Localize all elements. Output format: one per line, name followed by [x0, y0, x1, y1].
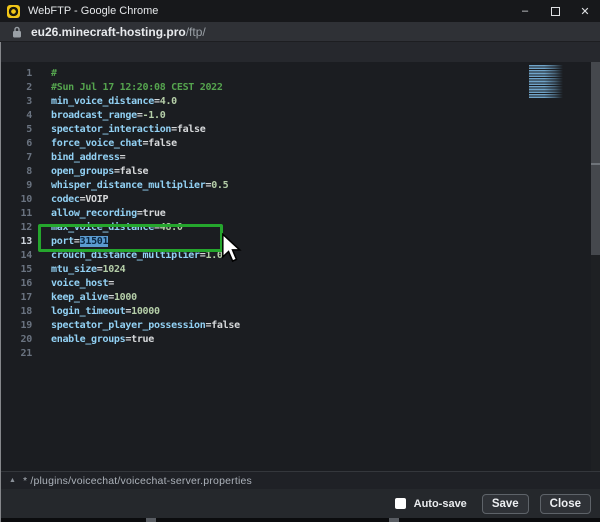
line-number: 11: [1, 207, 32, 221]
code-line: 7 bind_address=: [1, 151, 600, 165]
title-bar: WebFTP - Google Chrome – ✕: [0, 0, 600, 22]
code-line: 8 open_groups=false: [1, 165, 600, 179]
webftp-page: 1#2#Sun Jul 17 12:20:08 CEST 20223min_vo…: [0, 42, 600, 522]
code-text: max_voice_distance=48.0: [51, 221, 183, 235]
minimap[interactable]: [529, 65, 563, 98]
code-line: 10 codec=VOIP: [1, 193, 600, 207]
file-status-bar: ▲ * /plugins/voicechat/voicechat-server.…: [1, 471, 600, 489]
code-text: mtu_size=1024: [51, 263, 125, 277]
line-number: 6: [1, 137, 32, 151]
code-line: 19 spectator_player_possession=false: [1, 319, 600, 333]
code-line: 15 mtu_size=1024: [1, 263, 600, 277]
window-bottom-edge: [1, 518, 600, 522]
code-line: 14 crouch_distance_multiplier=1.0: [1, 249, 600, 263]
scrollbar-thumb[interactable]: [591, 62, 600, 255]
collapse-panel-icon[interactable]: ▲: [9, 477, 16, 484]
line-number: 14: [1, 249, 32, 263]
code-text: spectator_player_possession=false: [51, 319, 240, 333]
code-text: broadcast_range=-1.0: [51, 109, 165, 123]
code-text: min_voice_distance=4.0: [51, 95, 177, 109]
code-line: 9 whisper_distance_multiplier=0.5: [1, 179, 600, 193]
line-number: 10: [1, 193, 32, 207]
minimize-button[interactable]: –: [510, 0, 540, 22]
code-line: 21: [1, 347, 600, 361]
code-text: spectator_interaction=false: [51, 123, 205, 137]
line-number: 21: [1, 347, 32, 361]
code-line: 20 enable_groups=true: [1, 333, 600, 347]
code-text: allow_recording=true: [51, 207, 165, 221]
url-path: /ftp/: [186, 25, 206, 39]
line-number: 18: [1, 305, 32, 319]
code-line: 6 force_voice_chat=false: [1, 137, 600, 151]
line-number: 12: [1, 221, 32, 235]
code-text: #: [51, 67, 57, 81]
code-line: 17 keep_alive=1000: [1, 291, 600, 305]
code-line: 1#: [1, 67, 600, 81]
code-line: 2 #Sun Jul 17 12:20:08 CEST 2022: [1, 81, 600, 95]
code-lines: 1#2#Sun Jul 17 12:20:08 CEST 20223min_vo…: [1, 62, 600, 361]
selected-text: 31501: [80, 236, 109, 247]
line-number: 7: [1, 151, 32, 165]
code-text: enable_groups=true: [51, 333, 154, 347]
code-text: force_voice_chat=false: [51, 137, 177, 151]
code-text: keep_alive=1000: [51, 291, 137, 305]
line-number: 4: [1, 109, 32, 123]
lock-icon[interactable]: [12, 26, 22, 38]
code-line: 12 max_voice_distance=48.0: [1, 221, 600, 235]
maximize-button[interactable]: [540, 0, 570, 22]
url-domain: eu26.minecraft-hosting.pro: [31, 25, 186, 39]
code-line: 4 broadcast_range=-1.0: [1, 109, 600, 123]
code-text: codec=VOIP: [51, 193, 108, 207]
code-text: whisper_distance_multiplier=0.5: [51, 179, 228, 193]
line-number: 3: [1, 95, 32, 109]
code-text: port=31501: [51, 235, 108, 249]
line-number: 16: [1, 277, 32, 291]
scrollbar-divider: [591, 163, 600, 165]
mouse-cursor-icon: [220, 233, 242, 263]
code-text: open_groups=false: [51, 165, 148, 179]
code-line: 16 voice_host=: [1, 277, 600, 291]
code-line: 13 port=31501: [1, 235, 600, 249]
code-line: 5 spectator_interaction=false: [1, 123, 600, 137]
line-number: 13: [1, 235, 32, 249]
line-number: 9: [1, 179, 32, 193]
line-number: 19: [1, 319, 32, 333]
code-line: 18 login_timeout=10000: [1, 305, 600, 319]
save-button[interactable]: Save: [482, 494, 529, 514]
window-title: WebFTP - Google Chrome: [28, 5, 158, 17]
line-number: 1: [1, 67, 32, 81]
code-line: 11 allow_recording=true: [1, 207, 600, 221]
autosave-label[interactable]: Auto-save: [414, 498, 467, 510]
code-text: login_timeout=10000: [51, 305, 160, 319]
editor-scrollbar[interactable]: [591, 62, 600, 471]
code-text: crouch_distance_multiplier=1.0: [51, 249, 223, 263]
browser-popup-window: WebFTP - Google Chrome – ✕ eu26.minecraf…: [0, 0, 600, 522]
action-bar: Auto-save Save Close: [1, 489, 600, 518]
url-bar: eu26.minecraft-hosting.pro/ftp/: [0, 22, 600, 42]
maximize-icon: [551, 7, 560, 16]
webftp-favicon-icon: [7, 5, 20, 18]
line-number: 17: [1, 291, 32, 305]
close-window-button[interactable]: ✕: [570, 0, 600, 22]
line-number: 20: [1, 333, 32, 347]
window-controls: – ✕: [510, 0, 600, 22]
autosave-checkbox[interactable]: [395, 498, 406, 509]
line-number: 2: [1, 81, 32, 95]
line-number: 8: [1, 165, 32, 179]
line-number: 5: [1, 123, 32, 137]
code-line: 3 min_voice_distance=4.0: [1, 95, 600, 109]
code-text: bind_address=: [51, 151, 125, 165]
code-text: #Sun Jul 17 12:20:08 CEST 2022: [51, 81, 223, 95]
close-button[interactable]: Close: [540, 494, 591, 514]
line-number: 15: [1, 263, 32, 277]
code-text: voice_host=: [51, 277, 114, 291]
file-path: * /plugins/voicechat/voicechat-server.pr…: [23, 475, 252, 487]
code-editor[interactable]: 1#2#Sun Jul 17 12:20:08 CEST 20223min_vo…: [1, 62, 600, 471]
